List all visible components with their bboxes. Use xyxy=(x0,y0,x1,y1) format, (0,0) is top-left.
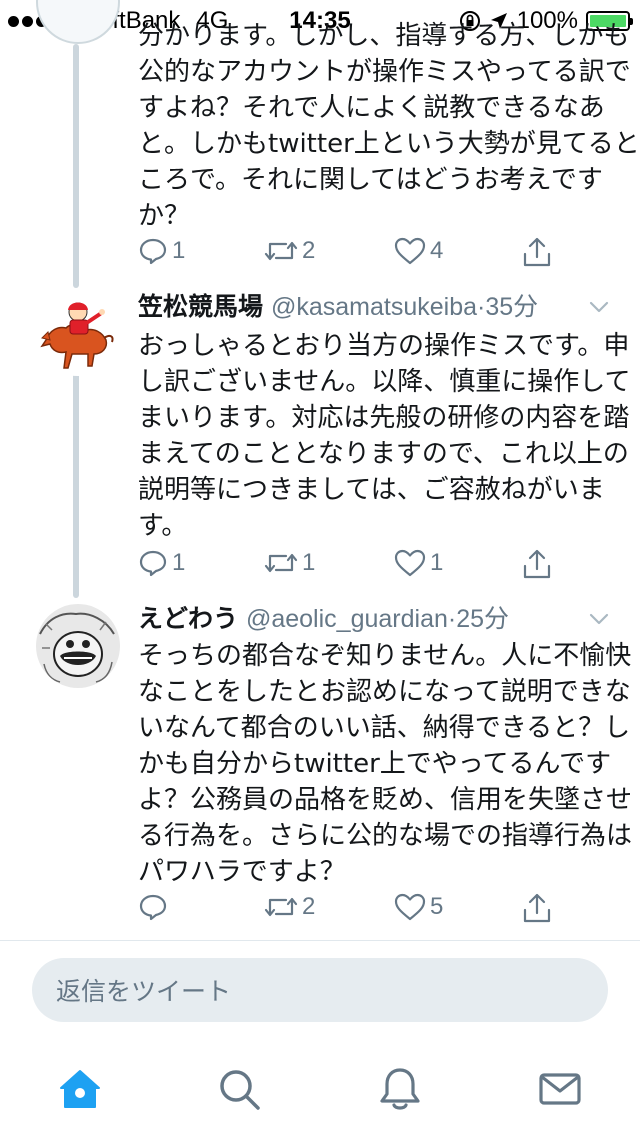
manga-sketch-avatar-icon xyxy=(36,604,120,688)
retweet-button[interactable]: 2 xyxy=(264,892,315,922)
like-button[interactable]: 4 xyxy=(394,236,443,266)
reply-button[interactable]: 1 xyxy=(138,236,185,266)
reply-button[interactable]: 1 xyxy=(138,548,185,578)
reply-count: 1 xyxy=(172,549,186,576)
tweet-time[interactable]: 35分 xyxy=(485,293,538,321)
tweet-header: 笠松競馬場 @kasamatsukeiba·35分 xyxy=(138,290,538,324)
user-handle[interactable]: @kasamatsukeiba xyxy=(271,293,477,321)
heart-icon xyxy=(394,237,426,265)
heart-icon xyxy=(394,893,426,921)
retweet-button[interactable]: 2 xyxy=(264,236,315,266)
tweet-actions: 1 2 4 xyxy=(138,236,578,276)
separator-dot: · xyxy=(447,605,457,633)
retweet-count: 2 xyxy=(302,893,316,920)
tweet-header: えどわう @aeolic_guardian·25分 xyxy=(138,602,509,636)
share-button[interactable] xyxy=(522,548,552,580)
retweet-count: 1 xyxy=(302,549,316,576)
share-button[interactable] xyxy=(522,892,552,924)
search-icon[interactable] xyxy=(216,1066,262,1112)
divider xyxy=(0,940,640,941)
chevron-down-icon[interactable] xyxy=(588,296,610,318)
like-button[interactable]: 5 xyxy=(394,892,443,922)
reply-icon xyxy=(139,238,167,265)
home-icon[interactable] xyxy=(57,1066,103,1112)
like-count: 4 xyxy=(430,237,444,264)
like-count: 5 xyxy=(430,893,444,920)
retweet-button[interactable]: 1 xyxy=(264,548,315,578)
reply-icon xyxy=(139,894,167,921)
tweet-text: 分かります。しかし、指導する方、しかも 公的なアカウントが操作ミスやってる訳で … xyxy=(138,21,640,231)
like-button[interactable]: 1 xyxy=(394,548,443,578)
share-icon xyxy=(523,549,551,579)
reply-button[interactable] xyxy=(138,892,172,922)
tweet-time[interactable]: 25分 xyxy=(456,605,509,633)
display-name[interactable]: えどわう xyxy=(138,604,238,633)
messages-icon[interactable] xyxy=(537,1066,583,1112)
share-icon xyxy=(523,237,551,267)
reply-input[interactable]: 返信をツイート xyxy=(32,958,608,1022)
tweet-actions: 1 1 1 xyxy=(138,548,578,588)
retweet-count: 2 xyxy=(302,237,316,264)
tweet-text: おっしゃるとおり当方の操作ミスです。申 し訳ございません。以降、慎重に操作して … xyxy=(138,331,631,541)
reply-count: 1 xyxy=(172,237,186,264)
notifications-icon[interactable] xyxy=(377,1066,423,1112)
avatar[interactable] xyxy=(36,292,120,376)
share-button[interactable] xyxy=(522,236,552,268)
user-handle[interactable]: @aeolic_guardian xyxy=(246,605,448,633)
like-count: 1 xyxy=(430,549,444,576)
thread-line xyxy=(73,44,79,288)
avatar[interactable] xyxy=(36,604,120,688)
retweet-icon xyxy=(264,897,298,917)
tweet-text: そっちの都合なぞ知りません。人に不愉快 なことをしたとお認めになって説明できな … xyxy=(138,641,633,887)
thread-line xyxy=(73,368,79,598)
share-icon xyxy=(523,893,551,923)
heart-icon xyxy=(394,549,426,577)
retweet-icon xyxy=(264,553,298,573)
horse-jockey-icon xyxy=(36,292,120,376)
tab-bar xyxy=(0,1046,640,1136)
reply-icon xyxy=(139,550,167,577)
display-name[interactable]: 笠松競馬場 xyxy=(138,292,263,321)
chevron-down-icon[interactable] xyxy=(588,608,610,630)
retweet-icon xyxy=(264,241,298,261)
tweet-actions: 2 5 xyxy=(138,892,578,932)
reply-placeholder: 返信をツイート xyxy=(56,977,232,1006)
